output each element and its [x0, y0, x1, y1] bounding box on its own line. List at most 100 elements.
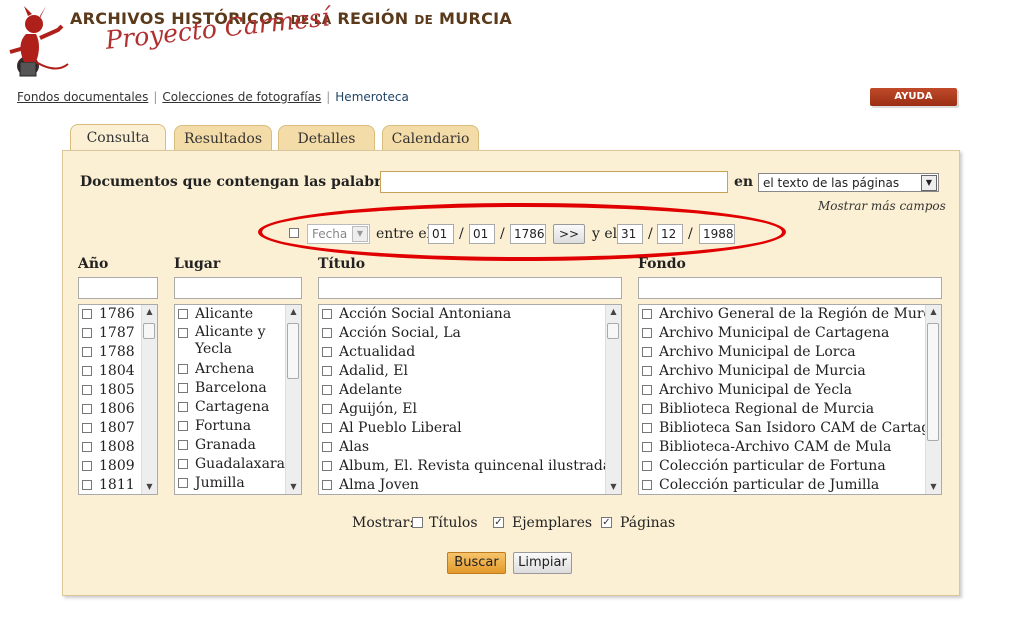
list-item[interactable]: Archivo Municipal de Cartagena [639, 324, 941, 343]
list-item[interactable]: Jumilla [175, 474, 301, 493]
checkbox[interactable] [322, 385, 332, 395]
checkbox[interactable] [322, 480, 332, 490]
checkbox[interactable] [178, 402, 188, 412]
scroll-thumb[interactable] [607, 323, 619, 339]
clear-button[interactable]: Limpiar [513, 552, 572, 574]
list-item[interactable]: Alma Joven [319, 476, 621, 494]
checkbox[interactable] [82, 442, 92, 452]
nav-colecciones-fotografias[interactable]: Colecciones de fotografías [162, 90, 321, 104]
show-titles-checkbox[interactable] [412, 517, 423, 528]
more-fields-link[interactable]: Mostrar más campos [818, 199, 946, 213]
checkbox[interactable] [642, 385, 652, 395]
show-copies-checkbox[interactable]: ✓ [493, 517, 504, 528]
show-pages-checkbox[interactable]: ✓ [601, 517, 612, 528]
checkbox[interactable] [178, 459, 188, 469]
list-item[interactable]: Barcelona [175, 379, 301, 398]
checkbox[interactable] [322, 461, 332, 471]
checkbox[interactable] [82, 480, 92, 490]
scroll-up-icon[interactable]: ▲ [606, 305, 621, 319]
scrollbar[interactable]: ▲ ▼ [285, 305, 301, 494]
list-item[interactable]: Adalid, El [319, 362, 621, 381]
help-button[interactable]: AYUDA [870, 88, 957, 106]
checkbox[interactable] [642, 366, 652, 376]
list-item[interactable]: Archena [175, 360, 301, 379]
scroll-down-icon[interactable]: ▼ [926, 480, 941, 494]
place-list[interactable]: Alicante Alicante y Yecla Archena Barcel… [174, 304, 302, 495]
list-item[interactable]: Acción Social, La [319, 324, 621, 343]
tab-consulta[interactable]: Consulta [70, 124, 166, 153]
scroll-down-icon[interactable]: ▼ [286, 480, 301, 494]
list-item[interactable]: Archivo General de la Región de Murcia [639, 305, 941, 324]
fund-list[interactable]: Archivo General de la Región de Murcia A… [638, 304, 942, 495]
checkbox[interactable] [82, 385, 92, 395]
title-list[interactable]: Acción Social Antoniana Acción Social, L… [318, 304, 622, 495]
checkbox[interactable] [642, 442, 652, 452]
list-item[interactable]: Alas [319, 438, 621, 457]
nav-fondos-documentales[interactable]: Fondos documentales [17, 90, 148, 104]
tab-calendario[interactable]: Calendario [382, 125, 479, 152]
scroll-thumb[interactable] [143, 323, 155, 339]
list-item[interactable]: Biblioteca Regional de Murcia [639, 400, 941, 419]
list-item[interactable]: Biblioteca San Isidoro CAM de Cartagena [639, 419, 941, 438]
checkbox[interactable] [82, 347, 92, 357]
scroll-down-icon[interactable]: ▼ [606, 480, 621, 494]
checkbox[interactable] [178, 383, 188, 393]
search-scope-select[interactable]: el texto de las páginas ▼ [758, 173, 939, 192]
checkbox[interactable] [322, 442, 332, 452]
checkbox[interactable] [82, 328, 92, 338]
fund-filter-input[interactable] [638, 277, 942, 299]
checkbox[interactable] [642, 423, 652, 433]
checkbox[interactable] [322, 328, 332, 338]
place-filter-input[interactable] [174, 277, 302, 299]
checkbox[interactable] [322, 366, 332, 376]
list-item[interactable]: Colección particular de Fortuna [639, 457, 941, 476]
checkbox[interactable] [322, 309, 332, 319]
scroll-up-icon[interactable]: ▲ [926, 305, 941, 319]
list-item[interactable]: Colección particular de Jumilla [639, 476, 941, 494]
checkbox[interactable] [322, 423, 332, 433]
scroll-thumb[interactable] [287, 323, 299, 379]
tab-detalles[interactable]: Detalles [278, 125, 375, 152]
scroll-up-icon[interactable]: ▲ [286, 305, 301, 319]
tab-resultados[interactable]: Resultados [174, 125, 272, 152]
search-button[interactable]: Buscar [447, 552, 506, 574]
checkbox[interactable] [82, 309, 92, 319]
checkbox[interactable] [82, 461, 92, 471]
checkbox[interactable] [178, 478, 188, 488]
list-item[interactable]: Archivo Municipal de Lorca [639, 343, 941, 362]
checkbox[interactable] [642, 480, 652, 490]
checkbox[interactable] [178, 328, 188, 338]
checkbox[interactable] [642, 347, 652, 357]
checkbox[interactable] [322, 347, 332, 357]
list-item[interactable]: Fortuna [175, 417, 301, 436]
checkbox[interactable] [82, 423, 92, 433]
list-item[interactable]: Cartagena [175, 398, 301, 417]
list-item[interactable]: Aguijón, El [319, 400, 621, 419]
checkbox[interactable] [642, 404, 652, 414]
checkbox[interactable] [642, 328, 652, 338]
year-list[interactable]: 1786 1787 1788 1804 1805 1806 1807 1808 … [78, 304, 158, 495]
checkbox[interactable] [178, 309, 188, 319]
list-item[interactable]: Acción Social Antoniana [319, 305, 621, 324]
checkbox[interactable] [322, 404, 332, 414]
checkbox[interactable] [178, 440, 188, 450]
checkbox[interactable] [82, 404, 92, 414]
scroll-up-icon[interactable]: ▲ [142, 305, 157, 319]
list-item[interactable]: Alicante [175, 305, 301, 324]
list-item[interactable]: Adelante [319, 381, 621, 400]
scrollbar[interactable]: ▲ ▼ [925, 305, 941, 494]
scrollbar[interactable]: ▲ ▼ [605, 305, 621, 494]
scrollbar[interactable]: ▲ ▼ [141, 305, 157, 494]
checkbox[interactable] [642, 461, 652, 471]
list-item[interactable]: Album, El. Revista quincenal ilustrada. [319, 457, 621, 476]
list-item[interactable]: Guadalaxara [175, 455, 301, 474]
checkbox[interactable] [178, 364, 188, 374]
title-filter-input[interactable] [318, 277, 622, 299]
nav-hemeroteca[interactable]: Hemeroteca [335, 90, 409, 104]
year-filter-input[interactable] [78, 277, 158, 299]
list-item[interactable]: Biblioteca-Archivo CAM de Mula [639, 438, 941, 457]
scroll-thumb[interactable] [927, 323, 939, 441]
list-item[interactable]: Archivo Municipal de Yecla [639, 381, 941, 400]
list-item[interactable]: Granada [175, 436, 301, 455]
checkbox[interactable] [178, 421, 188, 431]
